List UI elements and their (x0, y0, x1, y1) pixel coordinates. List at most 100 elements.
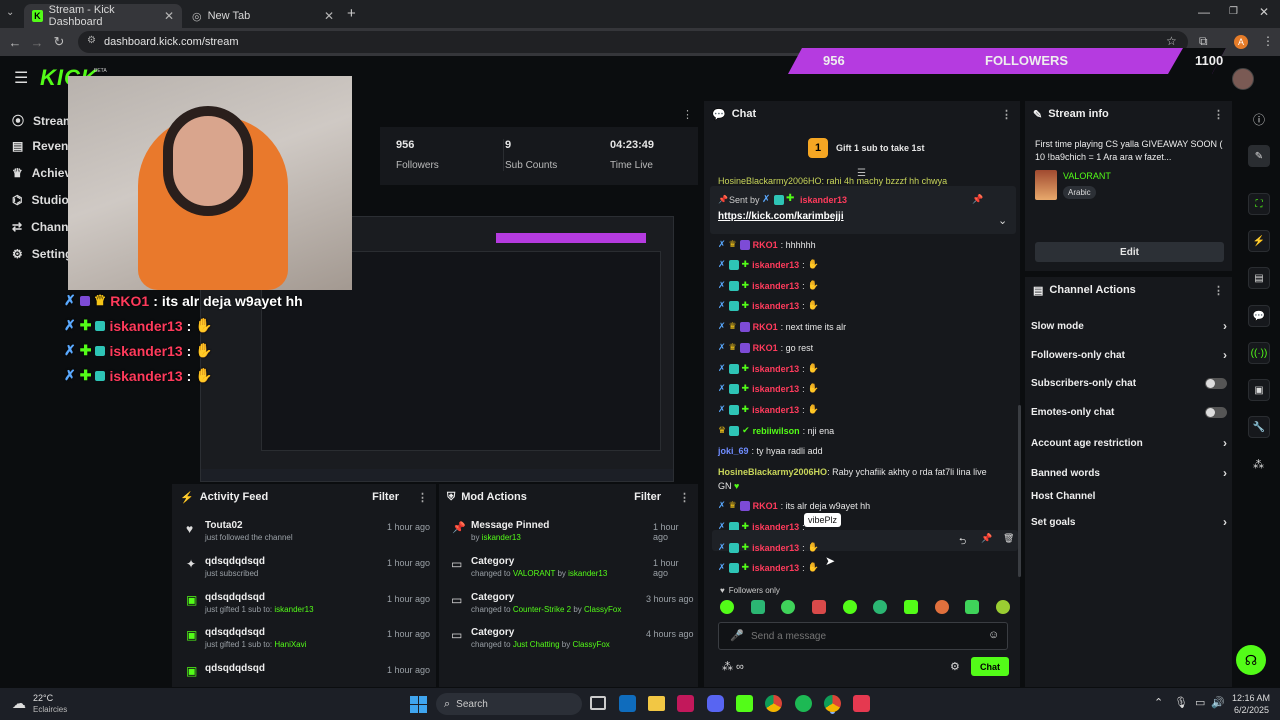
emote-icon[interactable] (903, 600, 918, 614)
set-goals-action[interactable]: Set goals › (1031, 515, 1227, 529)
panel-menu-icon[interactable]: ⋮ (679, 491, 690, 504)
chat-scrollbar[interactable] (1018, 405, 1021, 577)
panel-menu-icon[interactable]: ⋮ (1001, 108, 1012, 121)
outlook-icon[interactable] (619, 695, 636, 712)
clock-time[interactable]: 12:16 AM (1232, 693, 1270, 703)
display-tray-icon[interactable]: ▭ (1195, 696, 1205, 709)
chat-username[interactable]: iskander13 (752, 301, 799, 311)
chat-message-input[interactable] (751, 628, 971, 644)
tray-chevron-icon[interactable]: ⌃ (1154, 696, 1163, 709)
emote-icon[interactable] (811, 600, 826, 614)
volume-tray-icon[interactable]: 🔊 (1211, 696, 1225, 709)
taskbar-search[interactable]: ⌕ Search (436, 693, 582, 715)
chat-username[interactable]: RKO1 (753, 322, 778, 332)
filter-button[interactable]: Filter (634, 491, 661, 503)
close-tab-icon[interactable]: ✕ (324, 9, 334, 23)
chat-input-box[interactable]: 🎤 ☺ (718, 622, 1008, 650)
chat-username[interactable]: rebiiwilson (753, 426, 800, 436)
emotes-only-toggle[interactable] (1205, 407, 1227, 418)
pinned-link[interactable]: https://kick.com/karimbejji (718, 211, 844, 222)
mod-action-category[interactable]: Just Chatting (513, 640, 560, 649)
edit-tool-button[interactable]: ✎ (1248, 145, 1270, 167)
emote-icon[interactable] (842, 600, 857, 614)
category-name[interactable]: VALORANT (1063, 171, 1111, 181)
kick-app-icon[interactable] (736, 695, 753, 712)
more-tools-icon[interactable]: ⁂ (1253, 458, 1264, 471)
mic-tray-icon[interactable]: 🎙 (1174, 696, 1188, 709)
emote-icon[interactable] (934, 600, 949, 614)
close-window-button[interactable]: ✕ (1259, 5, 1269, 19)
chat-tool-button[interactable]: 💬 (1248, 305, 1270, 327)
send-chat-button[interactable]: Chat (971, 657, 1009, 676)
file-explorer-icon[interactable] (648, 696, 665, 711)
channel-points-icon[interactable]: ⁂ ∞ (722, 660, 744, 673)
chat-username[interactable]: RKO1 (753, 501, 778, 511)
start-button[interactable] (410, 696, 427, 713)
wrench-tool-button[interactable]: 🔧 (1248, 416, 1270, 438)
gift-sub-banner[interactable]: 1 Gift 1 sub to take 1st (808, 138, 925, 158)
emote-icon[interactable] (750, 600, 765, 614)
panel-menu-icon[interactable]: ⋮ (1213, 108, 1224, 121)
mod-action-user[interactable]: iskander13 (568, 569, 607, 578)
activity-target[interactable]: HaniXavi (274, 640, 306, 649)
chat-settings-icon[interactable]: ⚙ (950, 660, 960, 673)
chat-username[interactable]: RKO1 (753, 343, 778, 353)
pinned-user[interactable]: iskander13 (800, 195, 847, 205)
layout-tool-button[interactable]: ▣ (1248, 379, 1270, 401)
tab-kick-dashboard[interactable]: K Stream - Kick Dashboard ✕ (24, 4, 182, 28)
emoji-picker-icon[interactable]: ☺ (988, 629, 999, 641)
emote-icon[interactable] (965, 600, 980, 614)
panel-menu-icon[interactable]: ⋮ (1213, 284, 1224, 297)
site-info-icon[interactable]: ⚙ (87, 35, 96, 46)
emote-icon[interactable] (995, 600, 1010, 614)
close-tab-icon[interactable]: ✕ (164, 9, 174, 23)
filter-button[interactable]: Filter (372, 491, 399, 503)
browser-menu-icon[interactable]: ⋮ (1262, 34, 1274, 48)
emote-icon[interactable] (781, 600, 796, 614)
chat-username[interactable]: iskander13 (752, 405, 799, 415)
microphone-icon[interactable]: 🎤 (730, 629, 744, 642)
chat-username[interactable]: joki_69 (718, 446, 749, 456)
chat-username[interactable]: iskander13 (752, 384, 799, 394)
chat-username[interactable]: iskander13 (752, 543, 799, 553)
mod-action-user[interactable]: ClassyFox (584, 605, 621, 614)
notes-tool-button[interactable]: ▤ (1248, 267, 1270, 289)
broadcast-tool-button[interactable]: ((·)) (1248, 342, 1270, 364)
tab-list-icon[interactable]: ⌄ (6, 7, 14, 18)
mod-action-category[interactable]: VALORANT (513, 569, 555, 578)
bolt-tool-button[interactable]: ⚡ (1248, 230, 1270, 252)
slow-mode-action[interactable]: Slow mode › (1031, 319, 1227, 333)
bookmark-star-icon[interactable]: ☆ (1166, 34, 1177, 48)
sidebar-item-studio[interactable]: ⌬ Studio (12, 193, 69, 207)
pin-message-icon[interactable]: 📌 (981, 533, 992, 544)
sidebar-item-stream[interactable]: ⦿ Stream (12, 112, 74, 129)
edit-stream-info-button[interactable]: Edit (1035, 242, 1224, 262)
chevron-down-icon[interactable]: ⌄ (998, 214, 1007, 227)
reply-icon[interactable]: ⮌ (959, 534, 966, 550)
back-icon[interactable]: ← (4, 35, 26, 50)
reload-icon[interactable]: ↻ (48, 34, 70, 50)
followers-only-action[interactable]: Followers-only chat › (1031, 348, 1227, 362)
user-avatar[interactable] (1232, 68, 1254, 90)
emote-icon[interactable] (873, 600, 888, 614)
chat-username[interactable]: RKO1 (753, 240, 778, 250)
chat-username[interactable]: iskander13 (752, 260, 799, 270)
mod-action-category[interactable]: Counter-Strike 2 (513, 605, 571, 614)
chat-username[interactable]: HosineBlackarmy2006HO (718, 467, 827, 477)
subscribers-only-toggle[interactable] (1205, 378, 1227, 389)
maximize-button[interactable]: ❐ (1229, 6, 1238, 17)
unpin-icon[interactable]: 📌 (972, 194, 983, 205)
banned-words-action[interactable]: Banned words › (1031, 466, 1227, 480)
chat-username[interactable]: iskander13 (752, 364, 799, 374)
chrome-active-icon[interactable] (824, 695, 841, 712)
info-icon[interactable]: ⓘ (1253, 111, 1265, 128)
emote-icon[interactable] (720, 600, 734, 614)
delete-icon[interactable]: 🗑 (1003, 533, 1014, 544)
tab-new-tab[interactable]: ◎ New Tab ✕ (184, 4, 342, 28)
support-button[interactable]: ☊ (1236, 645, 1266, 675)
mod-action-user[interactable]: ClassyFox (572, 640, 609, 649)
task-view-icon[interactable] (590, 696, 606, 710)
spotify-icon[interactable] (795, 695, 812, 712)
clock-date[interactable]: 6/2/2025 (1234, 705, 1269, 715)
panel-menu-icon[interactable]: ⋮ (682, 108, 693, 121)
